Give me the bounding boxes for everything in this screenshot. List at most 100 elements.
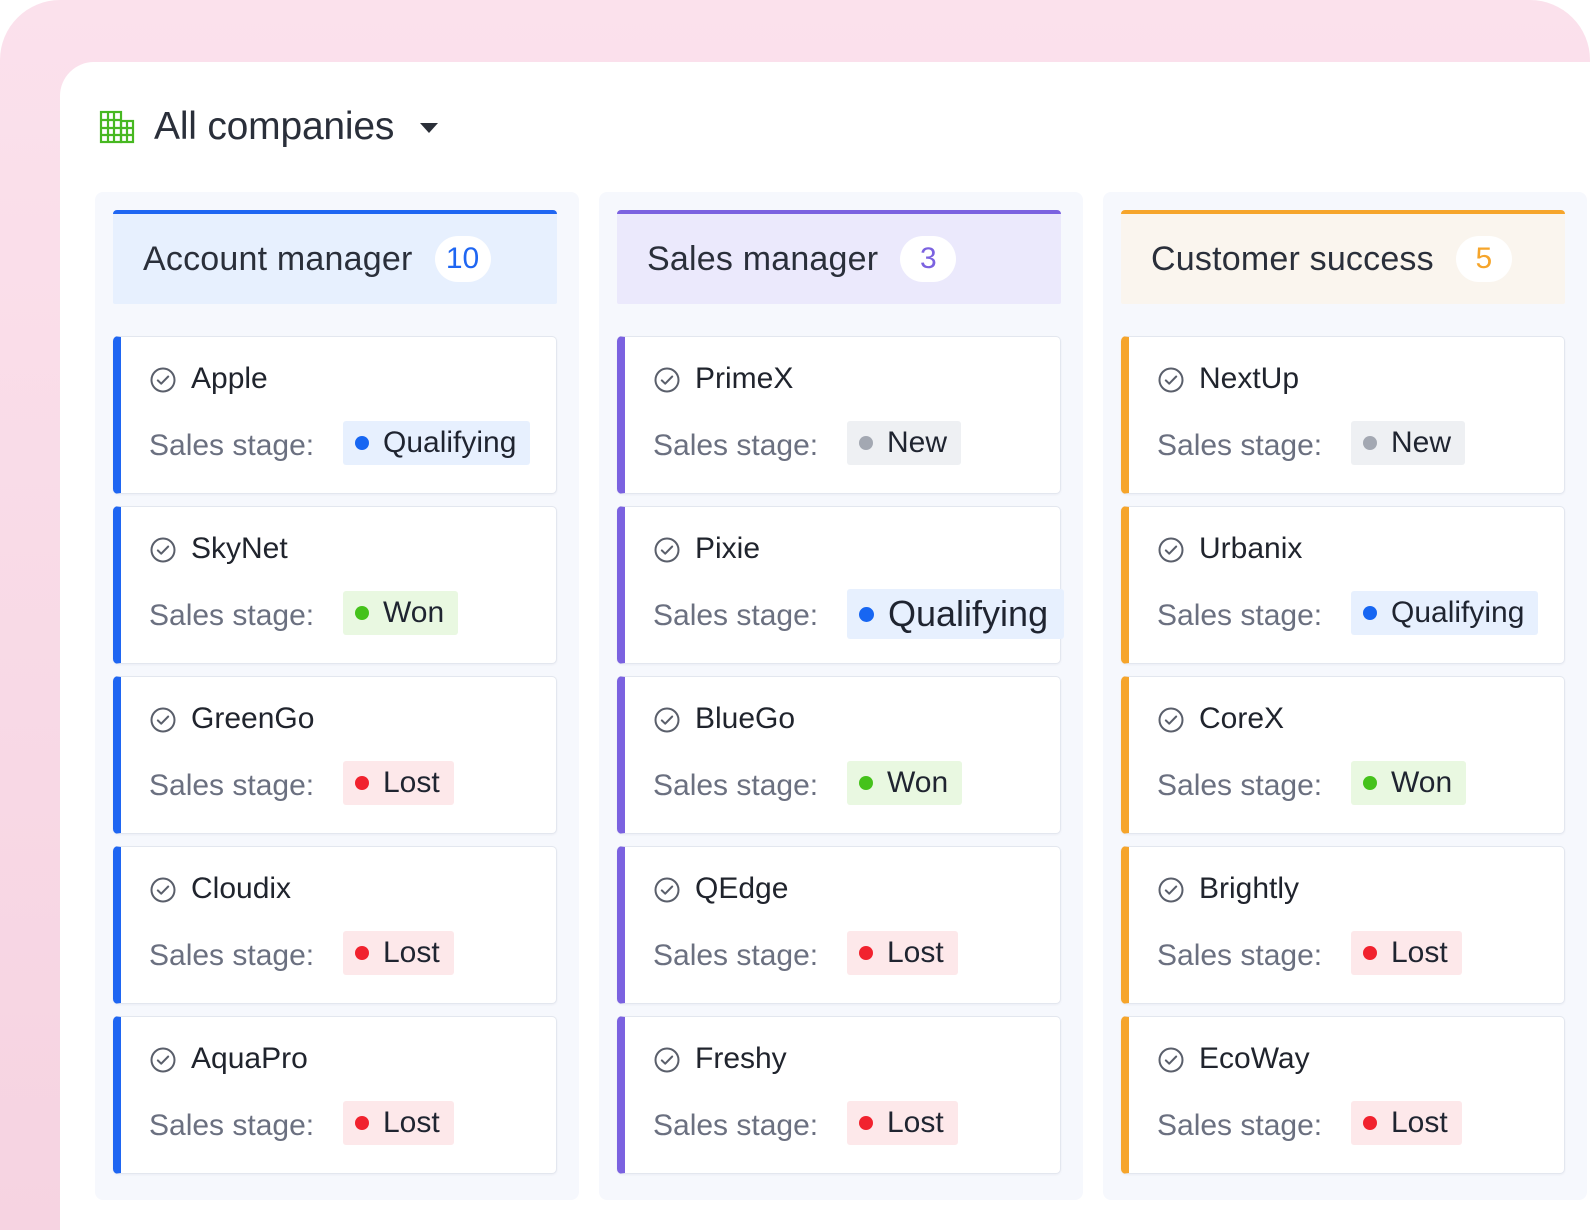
sales-stage-badge[interactable]: Lost: [343, 761, 454, 805]
sales-stage-badge[interactable]: Won: [1351, 761, 1467, 805]
sales-stage-label: Sales stage:: [1157, 429, 1323, 462]
check-circle-icon[interactable]: [149, 536, 177, 564]
status-dot: [355, 776, 369, 790]
column-customer-success: Customer success 5 NextUp Sales stage: New Ur…: [1103, 192, 1587, 1200]
column-count-badge: 10: [434, 236, 491, 282]
sales-stage-label: Sales stage:: [149, 599, 315, 632]
sales-stage-badge[interactable]: Lost: [1351, 931, 1462, 975]
company-card[interactable]: Pixie Sales stage: Qualifying: [617, 506, 1065, 664]
sales-stage-badge[interactable]: New: [1351, 421, 1466, 465]
status-dot: [1363, 606, 1377, 620]
check-circle-icon[interactable]: [653, 366, 681, 394]
sales-stage-value: Qualifying: [1391, 596, 1525, 629]
company-card[interactable]: Freshy Sales stage: Lost: [617, 1016, 1061, 1174]
status-dot: [859, 1116, 873, 1130]
company-name: CoreX: [1199, 702, 1285, 735]
check-circle-icon[interactable]: [1157, 706, 1185, 734]
sales-stage-label: Sales stage:: [653, 939, 819, 972]
sales-stage-label: Sales stage:: [653, 429, 819, 462]
sales-stage-value: Lost: [383, 1106, 440, 1139]
sales-stage-badge[interactable]: Qualifying: [847, 589, 1065, 639]
company-name: NextUp: [1199, 362, 1300, 395]
sales-stage-value: New: [1391, 426, 1452, 459]
sales-stage-badge[interactable]: Lost: [847, 1101, 958, 1145]
column-header[interactable]: Customer success 5: [1121, 210, 1565, 304]
company-card[interactable]: PrimeX Sales stage: New: [617, 336, 1061, 494]
company-card[interactable]: Urbanix Sales stage: Qualifying: [1121, 506, 1565, 664]
company-card[interactable]: BlueGo Sales stage: Won: [617, 676, 1061, 834]
company-card[interactable]: CoreX Sales stage: Won: [1121, 676, 1565, 834]
sales-stage-label: Sales stage:: [149, 769, 315, 802]
company-card[interactable]: NextUp Sales stage: New: [1121, 336, 1565, 494]
column-header[interactable]: Sales manager 3: [617, 210, 1061, 304]
sales-stage-label: Sales stage:: [1157, 599, 1323, 632]
check-circle-icon[interactable]: [1157, 876, 1185, 904]
status-dot: [355, 1116, 369, 1130]
status-dot: [1363, 946, 1377, 960]
company-name: Pixie: [695, 532, 761, 565]
sales-stage-badge[interactable]: Qualifying: [343, 421, 531, 465]
company-card[interactable]: Brightly Sales stage: Lost: [1121, 846, 1565, 1004]
company-name: SkyNet: [191, 532, 288, 565]
sales-stage-value: Lost: [887, 936, 944, 969]
sales-stage-badge[interactable]: Lost: [1351, 1101, 1462, 1145]
column-title: Sales manager: [647, 239, 879, 278]
check-circle-icon[interactable]: [653, 1046, 681, 1074]
board-panel: All companies Account manager 10 Apple Sale…: [60, 62, 1590, 1230]
company-card[interactable]: Apple Sales stage: Qualifying: [113, 336, 557, 494]
sales-stage-label: Sales stage:: [653, 769, 819, 802]
check-circle-icon[interactable]: [653, 876, 681, 904]
caret-down-icon[interactable]: [420, 123, 439, 133]
company-name: AquaPro: [191, 1042, 308, 1075]
sales-stage-badge[interactable]: Qualifying: [1351, 591, 1539, 635]
check-circle-icon[interactable]: [1157, 1046, 1185, 1074]
sales-stage-label: Sales stage:: [149, 1109, 315, 1142]
sales-stage-badge[interactable]: Lost: [343, 1101, 454, 1145]
check-circle-icon[interactable]: [149, 366, 177, 394]
check-circle-icon[interactable]: [653, 536, 681, 564]
company-name: Freshy: [695, 1042, 787, 1075]
company-card[interactable]: AquaPro Sales stage: Lost: [113, 1016, 557, 1174]
column-sales-manager: Sales manager 3 PrimeX Sales stage: New Pixie…: [599, 192, 1083, 1200]
sales-stage-value: Lost: [1391, 1106, 1448, 1139]
status-dot: [355, 436, 369, 450]
status-dot: [859, 776, 873, 790]
company-card[interactable]: QEdge Sales stage: Lost: [617, 846, 1061, 1004]
building-grid-icon: [99, 110, 135, 144]
view-selector[interactable]: All companies: [98, 102, 439, 152]
company-name: GreenGo: [191, 702, 315, 735]
company-name: Urbanix: [1199, 532, 1303, 565]
sales-stage-label: Sales stage:: [1157, 939, 1323, 972]
company-card[interactable]: GreenGo Sales stage: Lost: [113, 676, 557, 834]
column-count-badge: 3: [900, 236, 957, 282]
column-title: Customer success: [1151, 239, 1434, 278]
status-dot: [1363, 1116, 1377, 1130]
column-header[interactable]: Account manager 10: [113, 210, 557, 304]
check-circle-icon[interactable]: [149, 706, 177, 734]
company-name: EcoWay: [1199, 1042, 1310, 1075]
check-circle-icon[interactable]: [653, 706, 681, 734]
company-name: QEdge: [695, 872, 789, 905]
sales-stage-label: Sales stage:: [653, 599, 819, 632]
check-circle-icon[interactable]: [1157, 366, 1185, 394]
company-card[interactable]: Cloudix Sales stage: Lost: [113, 846, 557, 1004]
sales-stage-badge[interactable]: Won: [847, 761, 963, 805]
sales-stage-badge[interactable]: Lost: [847, 931, 958, 975]
sales-stage-badge[interactable]: Lost: [343, 931, 454, 975]
sales-stage-value: New: [887, 426, 948, 459]
sales-stage-badge[interactable]: Won: [343, 591, 459, 635]
sales-stage-value: Won: [887, 766, 949, 799]
sales-stage-value: Lost: [383, 936, 440, 969]
company-card[interactable]: EcoWay Sales stage: Lost: [1121, 1016, 1565, 1174]
column-account-manager: Account manager 10 Apple Sales stage: Qualif…: [95, 192, 579, 1200]
check-circle-icon[interactable]: [149, 1046, 177, 1074]
view-title: All companies: [154, 105, 395, 148]
status-dot: [355, 606, 369, 620]
status-dot: [355, 946, 369, 960]
check-circle-icon[interactable]: [1157, 536, 1185, 564]
company-card[interactable]: SkyNet Sales stage: Won: [113, 506, 557, 664]
check-circle-icon[interactable]: [149, 876, 177, 904]
company-name: Apple: [191, 362, 268, 395]
sales-stage-badge[interactable]: New: [847, 421, 962, 465]
sales-stage-value: Won: [1391, 766, 1453, 799]
